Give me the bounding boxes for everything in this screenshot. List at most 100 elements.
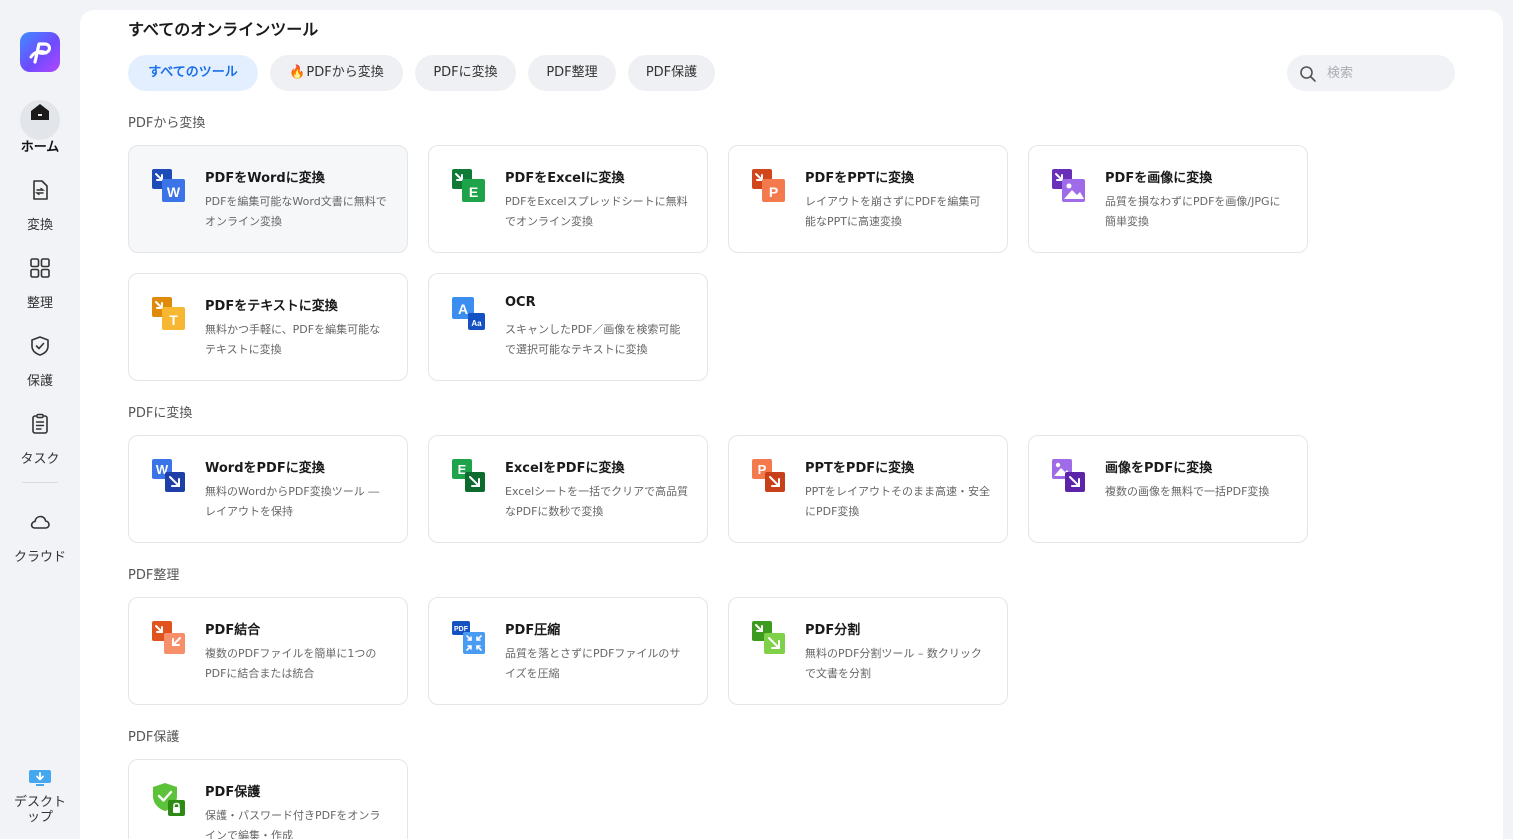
card-description: 無料のPDF分割ツール – 数クリックで文書を分割 xyxy=(805,647,982,680)
sidebar-item-home[interactable]: ホーム xyxy=(0,92,80,156)
shield-icon xyxy=(20,334,60,374)
ppt-to-pdf-icon: P xyxy=(751,458,787,494)
protect-pdf-icon xyxy=(151,782,187,818)
desktop-icon xyxy=(27,766,53,790)
sidebar-item-desktop[interactable]: デスクト ップ xyxy=(0,762,80,825)
svg-text:T: T xyxy=(169,312,178,328)
card-description: 品質を損なわずにPDFを画像/JPGに簡単変換 xyxy=(1105,195,1281,228)
card-title: PDF圧縮 xyxy=(505,623,561,638)
section-title-organize-pdf: PDF整理 xyxy=(128,568,180,583)
sidebar-item-organize[interactable]: 整理 xyxy=(0,248,80,312)
sidebar-item-convert[interactable]: 変換 xyxy=(0,170,80,234)
card-title: PDFをExcelに変換 xyxy=(505,171,625,186)
fire-icon: 🔥 xyxy=(289,65,306,80)
sidebar-item-label: 整理 xyxy=(26,296,53,311)
card-title: PDF保護 xyxy=(205,785,261,800)
excel-to-pdf-icon: E xyxy=(451,458,487,494)
sidebar-item-label: ホーム xyxy=(20,140,60,155)
tool-card-pdf-to-word[interactable]: W PDFをWordに変換 PDFを編集可能なWord文書に無料でオンライン変換 xyxy=(128,145,408,253)
desktop-label-line1: デスクト xyxy=(13,795,66,810)
compress-pdf-icon: PDF xyxy=(451,620,487,656)
tool-card-ocr[interactable]: A Aa OCR スキャンしたPDF／画像を検索可能で選択可能なテキストに変換 xyxy=(428,273,708,381)
pdf-to-text-icon: T xyxy=(151,296,187,332)
sidebar-item-label: クラウド xyxy=(13,550,66,565)
tab-protect-pdf[interactable]: PDF保護 xyxy=(628,55,715,91)
card-description: 無料かつ手軽に、PDFを編集可能なテキストに変換 xyxy=(205,323,381,356)
section-title-convert-from-pdf: PDFから変換 xyxy=(128,116,206,131)
card-description: 無料のWordからPDF変換ツール ― レイアウトを保持 xyxy=(205,485,380,518)
tool-card-split-pdf[interactable]: PDF分割 無料のPDF分割ツール – 数クリックで文書を分割 xyxy=(728,597,1008,705)
card-title: PDFをWordに変換 xyxy=(205,171,325,186)
card-description: 複数のPDFファイルを簡単に1つのPDFに結合または統合 xyxy=(205,647,377,680)
tool-card-ppt-to-pdf[interactable]: P PPTをPDFに変換 PPTをレイアウトそのまま高速・安全にPDF変換 xyxy=(728,435,1008,543)
sidebar-item-tasks[interactable]: タスク xyxy=(0,404,80,468)
tab-all-tools[interactable]: すべてのツール xyxy=(128,55,258,91)
organize-icon xyxy=(20,256,60,296)
tool-card-word-to-pdf[interactable]: W WordをPDFに変換 無料のWordからPDF変換ツール ― レイアウトを… xyxy=(128,435,408,543)
sidebar-item-label: デスクト ップ xyxy=(0,795,80,825)
svg-text:P: P xyxy=(769,184,778,200)
svg-text:E: E xyxy=(469,184,478,200)
card-description: Excelシートを一括でクリアで高品質なPDFに数秒で変換 xyxy=(505,485,689,518)
card-description: 品質を落とさずにPDFファイルのサイズを圧縮 xyxy=(505,647,681,680)
sidebar-item-label: 保護 xyxy=(26,374,53,389)
tool-card-merge-pdf[interactable]: PDF結合 複数のPDFファイルを簡単に1つのPDFに結合または統合 xyxy=(128,597,408,705)
card-title: PDF分割 xyxy=(805,623,861,638)
tool-card-protect-pdf[interactable]: PDF保護 保護・パスワード付きPDFをオンラインで編集・作成 xyxy=(128,759,408,839)
section-title-protect-pdf: PDF保護 xyxy=(128,730,180,745)
page-title: すべてのオンラインツール xyxy=(128,20,319,39)
pdf-to-word-icon: W xyxy=(151,168,187,204)
card-description: スキャンしたPDF／画像を検索可能で選択可能なテキストに変換 xyxy=(505,323,681,356)
search-icon xyxy=(1300,66,1316,82)
merge-pdf-icon xyxy=(151,620,187,656)
card-description: 保護・パスワード付きPDFをオンラインで編集・作成 xyxy=(205,809,381,839)
card-title: PDFをテキストに変換 xyxy=(205,299,338,314)
card-description: PDFを編集可能なWord文書に無料でオンライン変換 xyxy=(205,195,387,228)
tab-organize-pdf[interactable]: PDF整理 xyxy=(528,55,616,91)
card-title: WordをPDFに変換 xyxy=(205,461,325,476)
svg-text:W: W xyxy=(167,184,181,200)
svg-text:Aa: Aa xyxy=(471,319,482,328)
sidebar-item-cloud[interactable]: クラウド xyxy=(0,502,80,566)
sidebar-item-label: タスク xyxy=(20,452,60,467)
section-title-convert-to-pdf: PDFに変換 xyxy=(128,406,193,421)
tab-convert-to-pdf[interactable]: PDFに変換 xyxy=(415,55,516,91)
search-box[interactable] xyxy=(1287,55,1455,91)
sidebar-item-protect[interactable]: 保護 xyxy=(0,326,80,390)
tool-card-pdf-to-image[interactable]: PDFを画像に変換 品質を損なわずにPDFを画像/JPGに簡単変換 xyxy=(1028,145,1308,253)
sidebar-item-label: 変換 xyxy=(26,218,53,233)
search-input[interactable] xyxy=(1327,55,1447,91)
word-to-pdf-icon: W xyxy=(151,458,187,494)
card-title: ExcelをPDFに変換 xyxy=(505,461,625,476)
tool-card-pdf-to-text[interactable]: T PDFをテキストに変換 無料かつ手軽に、PDFを編集可能なテキストに変換 xyxy=(128,273,408,381)
pdf-to-image-icon xyxy=(1051,168,1087,204)
card-title: PDFを画像に変換 xyxy=(1105,171,1213,186)
card-description: PPTをレイアウトそのまま高速・安全にPDF変換 xyxy=(805,485,990,518)
tool-card-pdf-to-ppt[interactable]: P PDFをPPTに変換 レイアウトを崩さずにPDFを編集可能なPPTに高速変換 xyxy=(728,145,1008,253)
task-icon xyxy=(20,412,60,452)
card-title: PDFをPPTに変換 xyxy=(805,171,915,186)
sidebar: ホーム 変換 整理 保護 タスク クラウド デスクト ップ xyxy=(0,0,80,839)
tool-card-compress-pdf[interactable]: PDF PDF圧縮 品質を落とさずにPDFファイルのサイズを圧縮 xyxy=(428,597,708,705)
card-title: OCR xyxy=(505,295,536,310)
cloud-icon xyxy=(20,510,60,550)
tab-label: PDFから変換 xyxy=(306,65,384,80)
card-description: 複数の画像を無料で一括PDF変換 xyxy=(1105,485,1270,498)
tool-card-pdf-to-excel[interactable]: E PDFをExcelに変換 PDFをExcelスプレッドシートに無料でオンライ… xyxy=(428,145,708,253)
tab-convert-from-pdf[interactable]: 🔥PDFから変換 xyxy=(270,55,403,91)
card-title: 画像をPDFに変換 xyxy=(1105,461,1213,476)
pdf-to-ppt-icon: P xyxy=(751,168,787,204)
convert-icon xyxy=(20,178,60,218)
ocr-icon: A Aa xyxy=(451,296,487,332)
pdf-to-excel-icon: E xyxy=(451,168,487,204)
card-description: レイアウトを崩さずにPDFを編集可能なPPTに高速変換 xyxy=(805,195,981,228)
tool-card-image-to-pdf[interactable]: 画像をPDFに変換 複数の画像を無料で一括PDF変換 xyxy=(1028,435,1308,543)
svg-text:A: A xyxy=(458,301,468,317)
split-pdf-icon xyxy=(751,620,787,656)
card-description: PDFをExcelスプレッドシートに無料でオンライン変換 xyxy=(505,195,688,228)
app-logo[interactable] xyxy=(20,32,60,72)
tool-card-excel-to-pdf[interactable]: E ExcelをPDFに変換 Excelシートを一括でクリアで高品質なPDFに数… xyxy=(428,435,708,543)
home-icon xyxy=(20,100,60,140)
card-title: PDF結合 xyxy=(205,623,261,638)
main-panel: すべてのオンラインツール すべてのツール 🔥PDFから変換 PDFに変換 PDF… xyxy=(80,10,1503,839)
